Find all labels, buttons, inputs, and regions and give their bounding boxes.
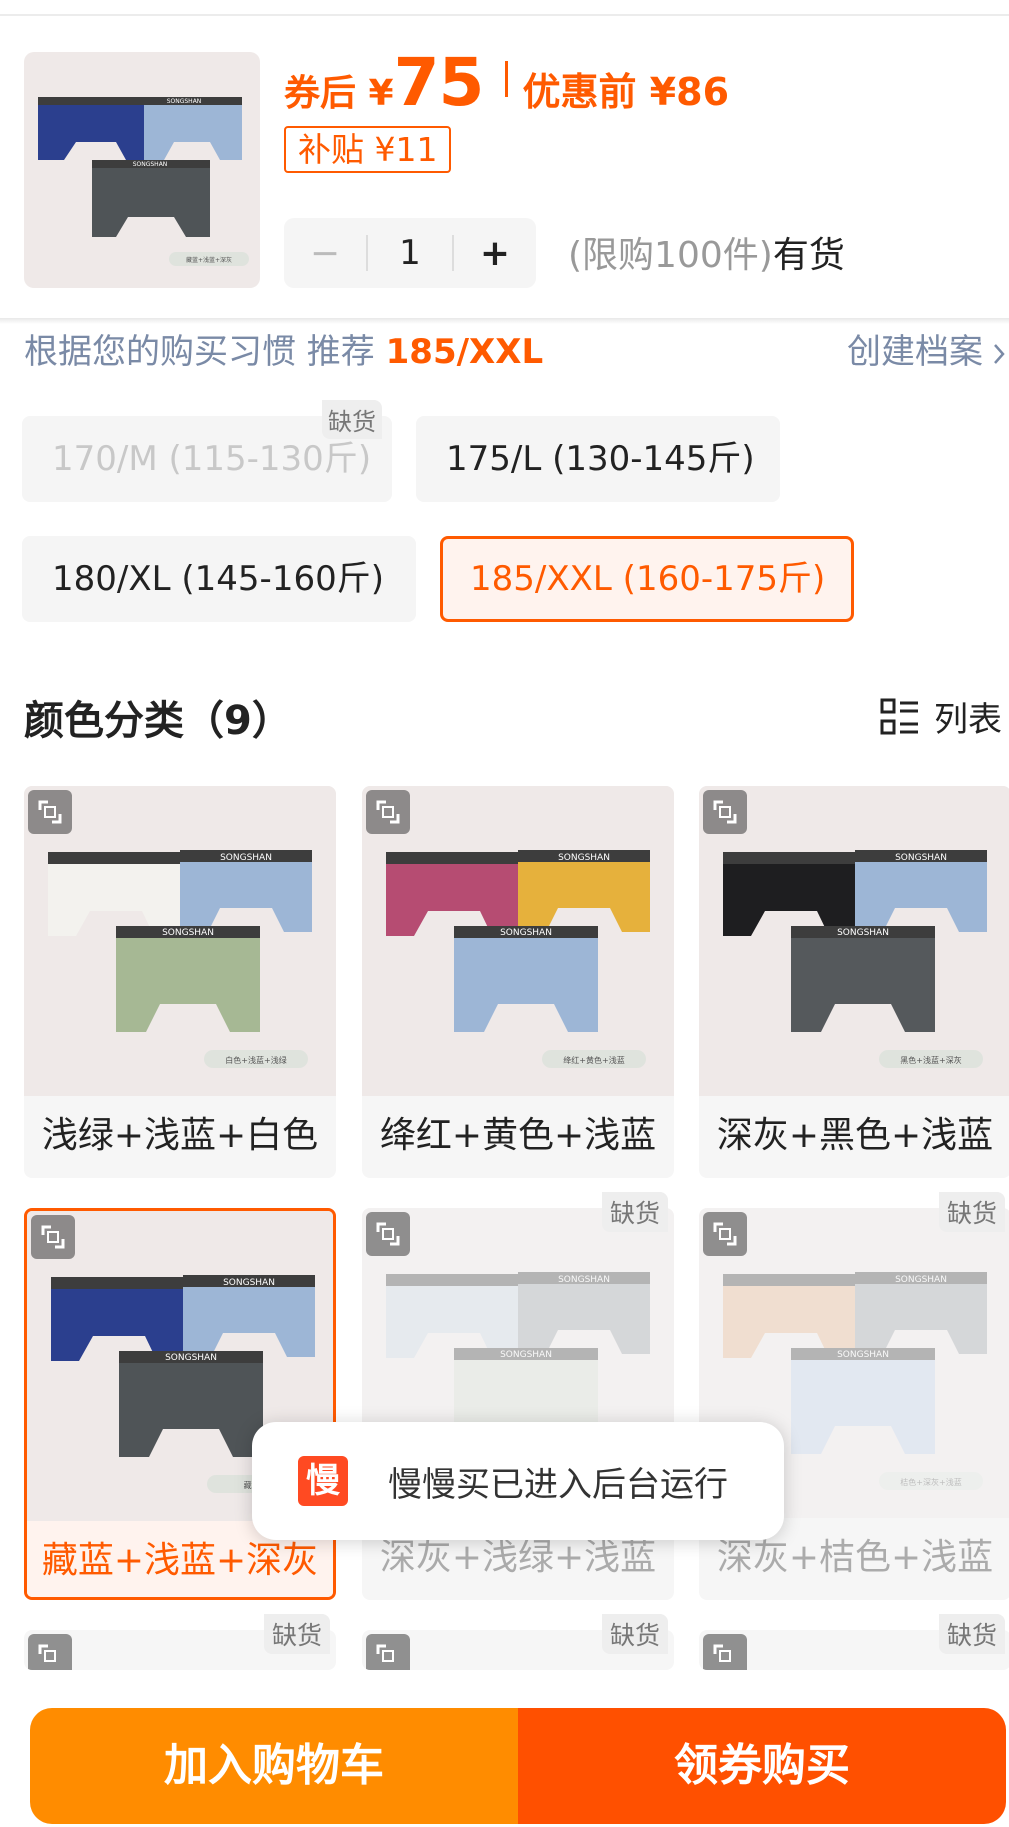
- svg-text:SONGSHAN: SONGSHAN: [133, 161, 168, 168]
- expand-icon[interactable]: [31, 1215, 75, 1259]
- out-of-stock-tag: 缺货: [322, 400, 382, 439]
- color-option-card[interactable]: SONGSHAN SONGSHAN 白色+浅蓝+浅绿浅绿+浅蓝+白色: [24, 786, 336, 1178]
- brand-label: SONGSHAN: [162, 928, 214, 938]
- color-option-label: 绛红+黄色+浅蓝: [379, 1115, 657, 1156]
- expand-icon[interactable]: [366, 1212, 410, 1256]
- expand-icon[interactable]: [703, 790, 747, 834]
- product-thumbnail-image: SONGSHAN SONGSHAN 藏蓝+浅蓝+深灰: [38, 97, 249, 266]
- action-bar: 加入购物车 领券购买: [30, 1708, 1006, 1824]
- create-profile-label: 创建档案: [847, 332, 983, 372]
- expand-icon[interactable]: [703, 1634, 747, 1670]
- coupon-price-value: 75: [393, 44, 485, 121]
- out-of-stock-tag: 缺货: [939, 1192, 1006, 1232]
- in-stock-label: 有货: [772, 235, 845, 276]
- brand-label: SONGSHAN: [895, 853, 947, 863]
- svg-text:藏蓝+浅蓝+深灰: 藏蓝+浅蓝+深灰: [186, 256, 232, 264]
- out-of-stock-tag: 缺货: [939, 1614, 1006, 1654]
- price-separator: [505, 61, 509, 97]
- color-option-card[interactable]: SONGSHAN SONGSHAN 深灰+浅绿+浅蓝: [362, 1208, 674, 1600]
- brand-label: SONGSHAN: [500, 928, 552, 938]
- color-option-label: 深灰+黑色+浅蓝: [716, 1115, 994, 1156]
- coupon-price-label: 券后 ¥: [284, 73, 394, 114]
- color-caption: 桔色+深灰+浅蓝: [900, 1477, 961, 1487]
- quantity-value[interactable]: 1: [368, 233, 452, 273]
- out-of-stock-tag: 缺货: [264, 1614, 331, 1654]
- size-option-175l[interactable]: 175/L (130-145斤): [416, 416, 780, 502]
- recommendation-text: 根据您的购买习惯 推荐 185/XXL: [24, 324, 543, 373]
- brand-label: SONGSHAN: [837, 1350, 889, 1360]
- brand-label: SONGSHAN: [895, 1275, 947, 1285]
- product-thumbnail[interactable]: SONGSHAN SONGSHAN 藏蓝+浅蓝+深灰: [24, 52, 260, 288]
- list-icon: [880, 698, 918, 734]
- add-to-cart-button[interactable]: 加入购物车: [30, 1708, 518, 1824]
- background-toast: 慢 慢慢买已进入后台运行: [252, 1422, 784, 1540]
- out-of-stock-tag: 缺货: [602, 1614, 669, 1654]
- brand-label: SONGSHAN: [558, 1275, 610, 1285]
- toast-message: 慢慢买已进入后台运行: [388, 1464, 728, 1505]
- expand-icon[interactable]: [28, 1634, 72, 1670]
- brand-label: SONGSHAN: [558, 853, 610, 863]
- color-option-card[interactable]: SONGSHAN SONGSHAN 桔色+深灰+浅蓝 深灰+桔色+浅蓝: [699, 1208, 1009, 1600]
- size-recommendation: 根据您的购买习惯 推荐 185/XXL 创建档案: [24, 324, 1009, 372]
- size-option-180xl[interactable]: 180/XL (145-160斤): [22, 536, 416, 622]
- original-price: 优惠前 ¥86: [522, 70, 730, 114]
- list-label: 列表: [934, 700, 1002, 740]
- color-option-card[interactable]: SONGSHAN SONGSHAN 绛红+黄色+浅蓝 绛红+黄色+浅蓝: [362, 786, 674, 1178]
- increase-button[interactable]: +: [454, 233, 536, 274]
- color-caption: 黑色+浅蓝+深灰: [900, 1055, 961, 1065]
- brand-label: SONGSHAN: [220, 853, 272, 863]
- expand-icon[interactable]: [366, 1634, 410, 1670]
- brand-label: SONGSHAN: [167, 98, 202, 105]
- stock-status: (限购100件)有货: [568, 226, 845, 278]
- color-caption: 绛红+黄色+浅蓝: [563, 1055, 624, 1065]
- list-view-toggle[interactable]: 列表: [880, 692, 1002, 741]
- purchase-limit: (限购100件): [568, 235, 773, 276]
- expand-icon[interactable]: [366, 790, 410, 834]
- chevron-right-icon: [994, 343, 1005, 364]
- recommendation-prefix: 根据您的购买习惯 推荐: [24, 332, 386, 372]
- app-logo-icon: 慢: [298, 1456, 348, 1506]
- color-option-label: 浅绿+浅蓝+白色: [41, 1115, 319, 1156]
- brand-label: SONGSHAN: [500, 1350, 552, 1360]
- top-divider: [0, 0, 1009, 16]
- color-caption: 白色+浅蓝+浅绿: [225, 1055, 286, 1065]
- subsidy-badge: 补贴 ¥11: [284, 126, 452, 173]
- brand-label: SONGSHAN: [223, 1278, 275, 1288]
- brand-label: SONGSHAN: [837, 928, 889, 938]
- size-option-185xxl[interactable]: 185/XXL (160-175斤): [440, 536, 854, 622]
- color-option-card[interactable]: SONGSHANSONGSHAN藏蓝+浅藏蓝+浅蓝+深灰: [24, 1208, 336, 1600]
- brand-label: SONGSHAN: [165, 1353, 217, 1363]
- quantity-stepper: − 1 +: [284, 218, 536, 288]
- color-option-card[interactable]: SONGSHAN SONGSHAN 黑色+浅蓝+深灰深灰+黑色+浅蓝: [699, 786, 1009, 1178]
- color-section-title: 颜色分类（9）: [24, 698, 292, 744]
- create-profile-link[interactable]: 创建档案: [847, 324, 1009, 373]
- decrease-button[interactable]: −: [284, 233, 366, 274]
- coupon-buy-button[interactable]: 领券购买: [518, 1708, 1006, 1824]
- out-of-stock-tag: 缺货: [602, 1192, 669, 1232]
- expand-icon[interactable]: [28, 790, 72, 834]
- price-row: 券后 ¥ 75 优惠前 ¥86: [284, 44, 730, 121]
- expand-icon[interactable]: [703, 1212, 747, 1256]
- recommended-size: 185/XXL: [385, 332, 544, 372]
